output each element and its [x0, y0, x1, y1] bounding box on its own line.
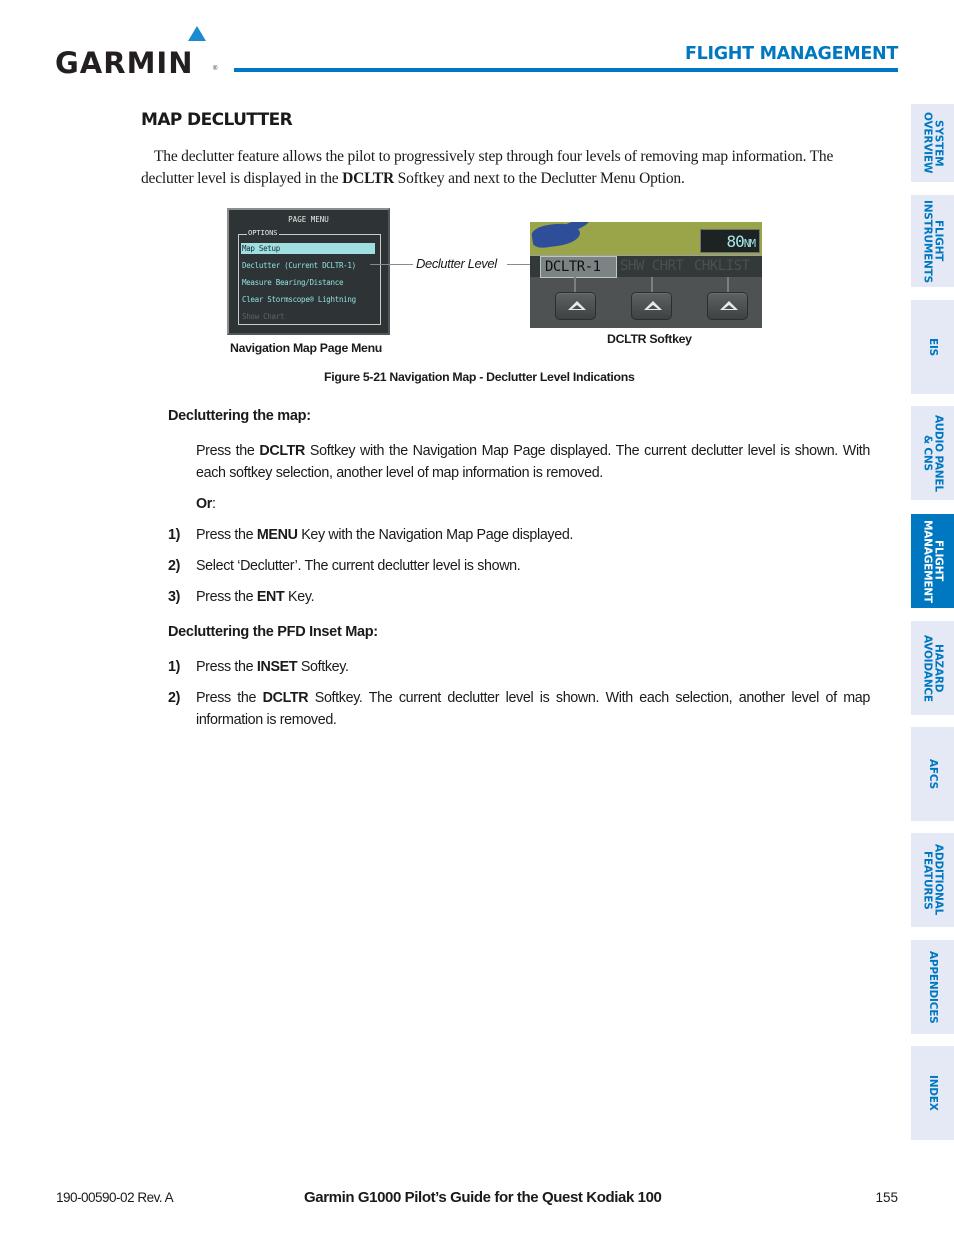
logo-text: GARMIN [55, 46, 194, 80]
intro-text: Softkey and next to the Declutter Menu O… [393, 170, 685, 187]
side-tab-hazard-avoidance[interactable]: HAZARD AVOIDANCE [911, 621, 954, 715]
step-text: Select ‘Declutter’. The current declutte… [196, 555, 870, 577]
or-colon: : [211, 496, 216, 512]
softkey-stem [651, 277, 653, 292]
softkey-shw-chrt[interactable]: SHW CHRT [616, 256, 684, 278]
step-number: 2) [168, 558, 181, 574]
or-text: Or [196, 496, 212, 512]
logo-triangle-icon [188, 26, 206, 41]
side-tab-flight-instruments[interactable]: FLIGHT INSTRUMENTS [911, 195, 954, 287]
section1-paragraph: Press the DCLTR Softkey with the Navigat… [196, 440, 870, 484]
menu-item-clear-stormscope[interactable]: Clear Stormscope® Lightning [241, 294, 375, 305]
intro-paragraph: The declutter feature allows the pilot t… [141, 146, 876, 190]
step-text-part: Key with the Navigation Map Page display… [297, 527, 574, 543]
step-number: 3) [168, 589, 181, 605]
figure-caption: Figure 5-21 Navigation Map - Declutter L… [324, 370, 635, 384]
declutter-level-callout: Declutter Level [416, 256, 497, 271]
softkey-bar: DCLTR-1 SHW CHRT CHKLIST [530, 255, 762, 278]
up-arrow-icon-inner [724, 305, 734, 309]
side-tab-index[interactable]: INDEX [911, 1046, 954, 1140]
up-arrow-icon-inner [648, 305, 658, 309]
or-label: Or: [196, 493, 870, 515]
side-tab-eis[interactable]: EIS [911, 300, 954, 394]
footer-doc-number: 190-00590-02 Rev. A [56, 1190, 174, 1205]
header-rule [234, 68, 898, 72]
step-text-part: Press the [196, 659, 257, 675]
softkey-button-1[interactable] [555, 292, 596, 320]
softkey-stem [727, 277, 729, 292]
footer-title: Garmin G1000 Pilot’s Guide for the Quest… [304, 1189, 662, 1206]
para-bold-term: DCLTR [259, 443, 306, 459]
step-bold-term: INSET [256, 659, 298, 675]
softkey-stem [574, 277, 576, 292]
side-tab-system-overview[interactable]: SYSTEM OVERVIEW [911, 104, 954, 182]
page-menu-caption: Navigation Map Page Menu [230, 341, 382, 355]
map-range-unit: NM [743, 237, 756, 250]
side-tab-audio-panel[interactable]: AUDIO PANEL & CNS [911, 406, 954, 500]
page-heading: MAP DECLUTTER [141, 110, 293, 130]
step-text: Press the ENT Key. [196, 586, 870, 608]
step-text-part: Press the [196, 527, 257, 543]
map-range-box: 80NM [700, 229, 760, 253]
menu-item-show-chart: Show Chart [242, 312, 285, 321]
side-tab-label: FLIGHT MANAGEMENT [921, 519, 945, 603]
side-tab-label: APPENDICES [927, 950, 939, 1024]
step-text-part: Press the [196, 589, 257, 605]
side-tab-flight-management[interactable]: FLIGHT MANAGEMENT [911, 514, 954, 608]
menu-item-declutter[interactable]: Declutter (Current DCLTR-1) [241, 260, 375, 271]
side-tab-afcs[interactable]: AFCS [911, 727, 954, 821]
step-text-part: Softkey. [297, 659, 349, 675]
intro-bold-term: DCLTR [342, 170, 394, 187]
step-bold-term: MENU [256, 527, 298, 543]
section-title: FLIGHT MANAGEMENT [685, 44, 898, 64]
side-tab-label: AFCS [927, 759, 939, 789]
side-tab-label: HAZARD AVOIDANCE [921, 634, 945, 702]
step-bold-term: DCLTR [262, 690, 309, 706]
softkey-chklist[interactable]: CHKLIST [690, 256, 750, 278]
step-text-part: Key. [284, 589, 315, 605]
side-tab-label: AUDIO PANEL & CNS [921, 414, 945, 492]
softkey-caption: DCLTR Softkey [607, 332, 692, 346]
section-heading-declutter-pfd: Decluttering the PFD Inset Map: [168, 624, 378, 640]
map-range-value: 80 [726, 232, 744, 251]
section-heading-declutter-map: Decluttering the map: [168, 408, 311, 424]
step-text-part: Select ‘Declutter’. The current declutte… [196, 558, 521, 574]
callout-line-left [370, 264, 413, 265]
side-tab-label: FLIGHT INSTRUMENTS [921, 199, 945, 283]
softkey-screenshot: 80NM DCLTR-1 SHW CHRT CHKLIST [530, 222, 762, 328]
softkey-button-3[interactable] [707, 292, 748, 320]
page-menu-title: PAGE MENU [288, 215, 329, 224]
step-number: 1) [168, 659, 181, 675]
step-text: Press the INSET Softkey. [196, 656, 870, 678]
logo-registered-mark: ® [213, 66, 218, 72]
side-tab-label: EIS [927, 337, 939, 357]
step-text: Press the MENU Key with the Navigation M… [196, 524, 870, 546]
page-menu-screenshot: PAGE MENU OPTIONS Map Setup Declutter (C… [227, 208, 390, 335]
step-bold-term: ENT [256, 589, 285, 605]
garmin-logo: GARMIN ® [55, 26, 220, 80]
side-tab-label: ADDITIONAL FEATURES [921, 844, 945, 916]
step-number: 1) [168, 527, 181, 543]
options-box: OPTIONS Map Setup Declutter (Current DCL… [238, 229, 381, 325]
softkey-dcltr[interactable]: DCLTR-1 [540, 256, 617, 278]
softkey-button-2[interactable] [631, 292, 672, 320]
menu-item-map-setup[interactable]: Map Setup [241, 243, 375, 254]
page-number: 155 [875, 1190, 898, 1205]
para-text: Press the [196, 443, 260, 459]
menu-item-measure-bearing[interactable]: Measure Bearing/Distance [241, 277, 375, 288]
side-tab-appendices[interactable]: APPENDICES [911, 940, 954, 1034]
map-range: 80NM [726, 232, 756, 251]
side-tab-label: INDEX [927, 1075, 939, 1111]
options-legend: OPTIONS [247, 229, 279, 237]
step-text-part: Press the [196, 690, 263, 706]
up-arrow-icon-inner [572, 305, 582, 309]
step-number: 2) [168, 690, 181, 706]
step-text: Press the DCLTR Softkey. The current dec… [196, 687, 870, 731]
side-tab-label: SYSTEM OVERVIEW [921, 112, 945, 174]
map-area: 80NM [530, 222, 762, 255]
side-tab-additional-features[interactable]: ADDITIONAL FEATURES [911, 833, 954, 927]
